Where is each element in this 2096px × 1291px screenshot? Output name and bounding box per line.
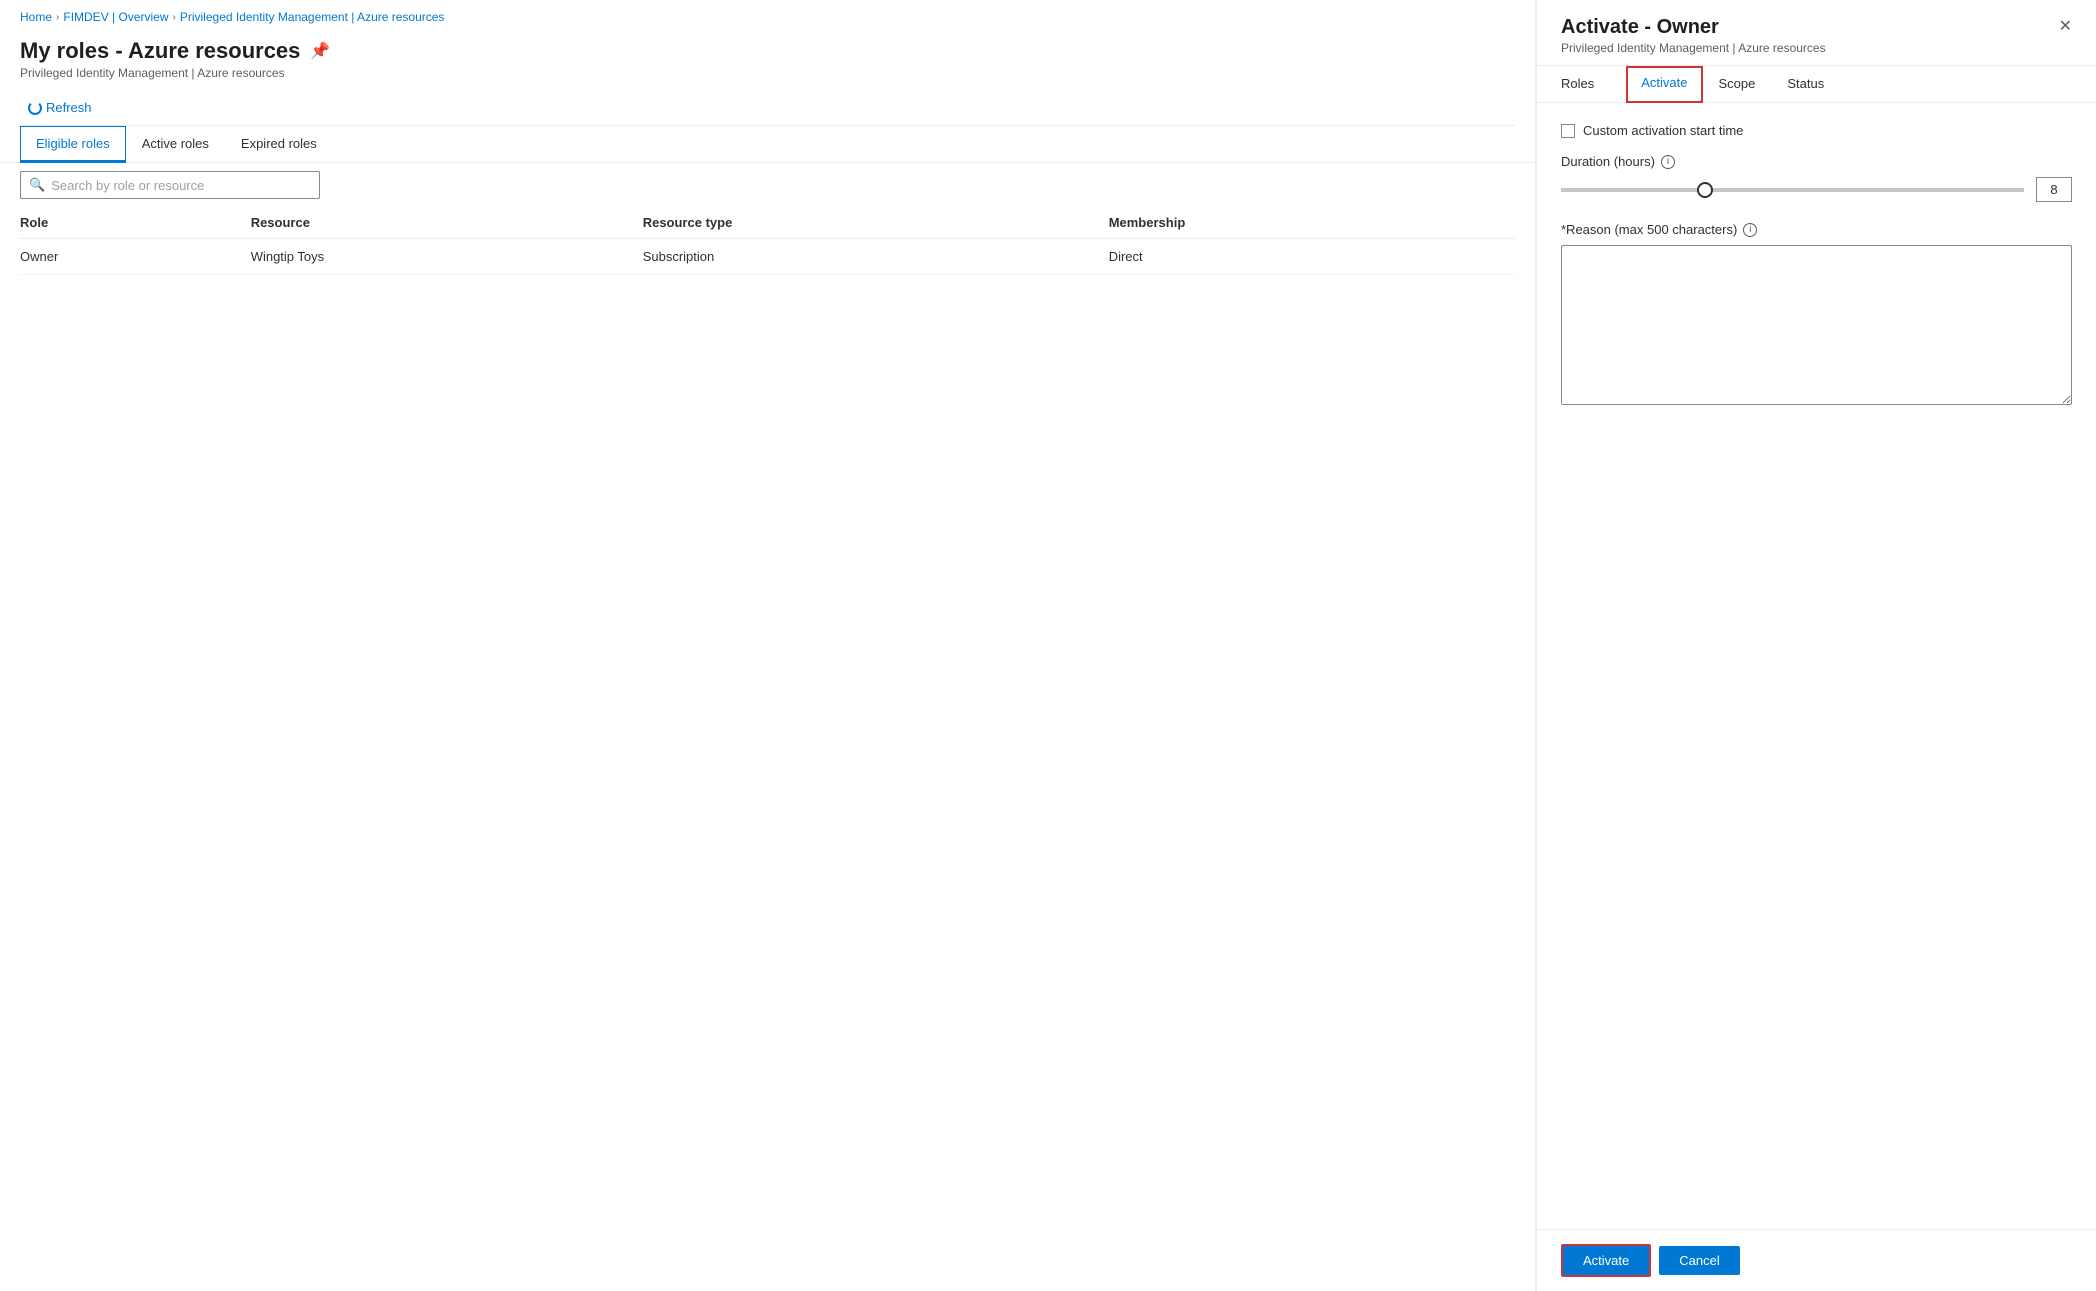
panel-title: Activate - Owner xyxy=(1561,16,1826,39)
panel-body: Custom activation start time Duration (h… xyxy=(1537,103,2096,1229)
duration-value: 8 xyxy=(2036,177,2072,202)
tab-eligible-roles[interactable]: Eligible roles xyxy=(20,126,126,163)
toolbar: Refresh xyxy=(0,90,1535,125)
search-icon: 🔍 xyxy=(29,177,45,193)
panel-tab-roles[interactable]: Roles xyxy=(1561,66,1610,103)
search-input[interactable] xyxy=(51,178,311,193)
breadcrumb-sep-1: › xyxy=(56,12,59,23)
table-row[interactable]: Owner Wingtip Toys Subscription Direct xyxy=(20,239,1515,275)
roles-table: Role Resource Resource type Membership O… xyxy=(20,207,1515,275)
reason-label: *Reason (max 500 characters) i xyxy=(1561,222,2072,237)
col-membership: Membership xyxy=(1109,207,1515,239)
breadcrumb-sep-2: › xyxy=(173,12,176,23)
main-tabs: Eligible roles Active roles Expired role… xyxy=(0,126,1535,163)
col-resource: Resource xyxy=(251,207,643,239)
panel-subtitle: Privileged Identity Management | Azure r… xyxy=(1561,41,1826,55)
search-wrapper: 🔍 xyxy=(20,171,320,199)
col-role: Role xyxy=(20,207,251,239)
activate-panel: Activate - Owner Privileged Identity Man… xyxy=(1536,0,2096,1291)
cell-resource-type: Subscription xyxy=(643,239,1109,275)
panel-footer: Activate Cancel xyxy=(1537,1229,2096,1291)
tab-expired-roles[interactable]: Expired roles xyxy=(225,126,333,163)
reason-info-icon[interactable]: i xyxy=(1743,223,1757,237)
cell-membership: Direct xyxy=(1109,239,1515,275)
duration-slider[interactable] xyxy=(1561,188,2024,192)
search-bar: 🔍 xyxy=(0,163,1535,207)
refresh-button[interactable]: Refresh xyxy=(20,96,100,119)
refresh-icon xyxy=(28,101,42,115)
pin-icon[interactable]: 📌 xyxy=(310,41,330,61)
col-resource-type: Resource type xyxy=(643,207,1109,239)
cell-resource: Wingtip Toys xyxy=(251,239,643,275)
tab-active-roles[interactable]: Active roles xyxy=(126,126,225,163)
refresh-label: Refresh xyxy=(46,100,92,115)
activate-button[interactable]: Activate xyxy=(1561,1244,1651,1277)
panel-tab-status[interactable]: Status xyxy=(1787,66,1840,103)
panel-tab-scope[interactable]: Scope xyxy=(1719,66,1772,103)
custom-start-row: Custom activation start time xyxy=(1561,123,2072,138)
breadcrumb-home[interactable]: Home xyxy=(20,10,52,24)
custom-start-checkbox[interactable] xyxy=(1561,124,1575,138)
duration-info-icon[interactable]: i xyxy=(1661,155,1675,169)
panel-tab-activate[interactable]: Activate xyxy=(1626,66,1702,103)
reason-textarea[interactable] xyxy=(1561,245,2072,405)
close-button[interactable]: ✕ xyxy=(2055,14,2076,38)
breadcrumb: Home › FIMDEV | Overview › Privileged Id… xyxy=(0,0,1535,30)
panel-header: Activate - Owner Privileged Identity Man… xyxy=(1537,0,2096,66)
page-header: My roles - Azure resources 📌 Privileged … xyxy=(0,30,1535,90)
duration-label: Duration (hours) i xyxy=(1561,154,2072,169)
breadcrumb-pim[interactable]: Privileged Identity Management | Azure r… xyxy=(180,10,445,24)
panel-tabs: Roles Activate Scope Status xyxy=(1537,66,2096,103)
page-title: My roles - Azure resources xyxy=(20,38,300,64)
page-subtitle: Privileged Identity Management | Azure r… xyxy=(20,66,1515,80)
cancel-button[interactable]: Cancel xyxy=(1659,1246,1739,1275)
custom-start-label: Custom activation start time xyxy=(1583,123,1743,138)
cell-role: Owner xyxy=(20,239,251,275)
roles-table-container: Role Resource Resource type Membership O… xyxy=(0,207,1535,275)
breadcrumb-fimdev[interactable]: FIMDEV | Overview xyxy=(63,10,168,24)
duration-slider-row: 8 xyxy=(1561,177,2072,202)
